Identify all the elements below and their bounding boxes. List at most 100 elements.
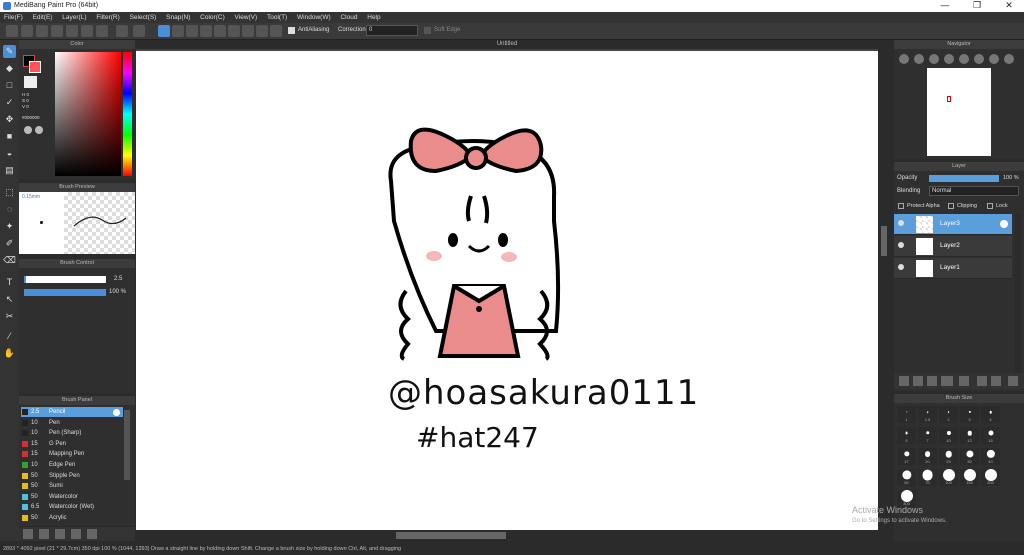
correction-select[interactable]: 0 xyxy=(366,25,418,36)
eyedropper-tool-icon[interactable]: ⁄ xyxy=(3,330,16,343)
home-icon[interactable] xyxy=(6,25,18,37)
menu-cloud[interactable]: Cloud xyxy=(340,14,357,21)
brush-size-cell[interactable]: 10 xyxy=(939,427,958,444)
divide-tool-icon[interactable]: ✂ xyxy=(3,310,16,323)
secondary-color-swatch[interactable] xyxy=(29,61,41,73)
protect-alpha-checkbox[interactable] xyxy=(898,203,904,209)
add-layer-menu-icon[interactable] xyxy=(941,376,953,386)
radial-snap-icon[interactable] xyxy=(214,25,226,37)
ellipse-snap-icon[interactable] xyxy=(256,25,268,37)
menu-filter[interactable]: Filter(R) xyxy=(96,14,119,21)
hue-slider[interactable] xyxy=(123,52,132,176)
brush-add-icon[interactable] xyxy=(23,529,33,539)
visibility-eye-icon[interactable] xyxy=(898,242,904,248)
menu-file[interactable]: File(F) xyxy=(4,14,23,21)
circle-snap-icon[interactable] xyxy=(228,25,240,37)
fit-icon[interactable] xyxy=(929,54,939,64)
brush-tool-icon[interactable]: ✎ xyxy=(3,45,16,58)
new-layer-icon[interactable] xyxy=(899,376,909,386)
lock-checkbox[interactable] xyxy=(987,203,993,209)
menu-edit[interactable]: Edit(E) xyxy=(33,14,53,21)
visibility-eye-icon[interactable] xyxy=(898,220,904,226)
minimize-button[interactable]: — xyxy=(930,0,960,10)
fill-rect-tool-icon[interactable]: ■ xyxy=(3,130,16,143)
brush-size-cell[interactable]: 200 xyxy=(981,469,1000,486)
zoom-in-icon[interactable] xyxy=(899,54,909,64)
brush-item[interactable]: 10 Pen (Sharp) xyxy=(21,428,123,438)
brush-size-slider[interactable] xyxy=(24,276,106,283)
undo-icon[interactable] xyxy=(116,25,128,37)
brush-size-cell[interactable]: 100 xyxy=(939,469,958,486)
brush-size-cell[interactable]: 20 xyxy=(918,448,937,465)
shape-tool-icon[interactable]: ✓ xyxy=(3,96,16,109)
brush-size-cell[interactable]: 70 xyxy=(918,469,937,486)
brush-opacity-slider[interactable] xyxy=(24,289,106,296)
brush-item[interactable]: 2.5 Pencil xyxy=(21,407,123,417)
reset-icon[interactable] xyxy=(989,54,999,64)
new-file-icon[interactable] xyxy=(21,25,33,37)
layer-folder-icon[interactable] xyxy=(959,376,969,386)
layers-icon[interactable] xyxy=(96,25,108,37)
brush-size-cell[interactable]: 1.5 xyxy=(918,406,937,423)
brush-delete-icon[interactable] xyxy=(87,529,97,539)
color-sv-picker[interactable] xyxy=(55,52,121,176)
snap-settings-icon[interactable] xyxy=(270,25,282,37)
brush-settings-gear-icon[interactable] xyxy=(113,409,120,416)
merge-layer-icon[interactable] xyxy=(991,376,1001,386)
cloud-icon[interactable] xyxy=(36,25,48,37)
select-pen-tool-icon[interactable]: ✐ xyxy=(3,237,16,250)
horizontal-scrollbar[interactable] xyxy=(136,530,878,541)
layer-opacity-slider[interactable] xyxy=(929,175,999,182)
menu-view[interactable]: View(V) xyxy=(235,14,258,21)
gradient-tool-icon[interactable]: ▤ xyxy=(3,164,16,177)
brush-size-cell[interactable]: 17 xyxy=(897,448,916,465)
snap-off-icon[interactable] xyxy=(158,25,170,37)
transparent-swatch[interactable] xyxy=(24,76,37,88)
navigator-thumbnail[interactable] xyxy=(927,68,991,156)
brush-size-cell[interactable]: 1 xyxy=(897,406,916,423)
layer-row[interactable]: Layer1 xyxy=(894,258,1012,279)
hex-value[interactable]: #000000 xyxy=(22,115,40,120)
duplicate-layer-icon[interactable] xyxy=(977,376,987,386)
parallel-snap-icon[interactable] xyxy=(172,25,184,37)
vertical-scrollbar[interactable] xyxy=(878,51,890,530)
brush-item[interactable]: 15 Mapping Pen xyxy=(21,449,123,459)
menu-color[interactable]: Color(C) xyxy=(200,14,225,21)
lasso-tool-icon[interactable]: ◌ xyxy=(3,203,16,216)
visibility-eye-icon[interactable] xyxy=(898,264,904,270)
text-tool-icon[interactable]: T xyxy=(3,276,16,289)
perspective-snap-icon[interactable] xyxy=(200,25,212,37)
save-icon[interactable] xyxy=(66,25,78,37)
brush-size-cell[interactable]: 5 xyxy=(897,427,916,444)
new-8bit-layer-icon[interactable] xyxy=(927,376,937,386)
menu-select[interactable]: Select(S) xyxy=(130,14,157,21)
brush-size-cell[interactable]: 25 xyxy=(939,448,958,465)
brush-size-cell[interactable]: 7 xyxy=(918,427,937,444)
brush-folder2-icon[interactable] xyxy=(55,529,65,539)
actual-size-icon[interactable] xyxy=(944,54,954,64)
brush-size-cell[interactable]: 12 xyxy=(960,427,979,444)
magic-wand-tool-icon[interactable]: ✦ xyxy=(3,220,16,233)
select-tool-icon[interactable]: ⬚ xyxy=(3,186,16,199)
operation-tool-icon[interactable]: ↖ xyxy=(3,293,16,306)
layer-settings-gear-icon[interactable] xyxy=(1000,220,1008,228)
brush-list-scrollbar[interactable] xyxy=(124,410,130,480)
eraser-tool-icon[interactable]: ◆ xyxy=(3,62,16,75)
blending-select[interactable]: Normal xyxy=(929,186,1019,196)
delete-layer-icon[interactable] xyxy=(1008,376,1018,386)
flip-icon[interactable] xyxy=(974,54,984,64)
export-icon[interactable] xyxy=(81,25,93,37)
brush-item[interactable]: 10 Pen xyxy=(21,418,123,428)
menu-snap[interactable]: Snap(N) xyxy=(166,14,190,21)
brush-size-cell[interactable]: 40 xyxy=(981,448,1000,465)
close-button[interactable]: ✕ xyxy=(994,0,1024,11)
redo-icon[interactable] xyxy=(133,25,145,37)
brush-size-cell[interactable]: 15 xyxy=(981,427,1000,444)
antialiasing-checkbox[interactable] xyxy=(288,27,295,34)
brush-size-cell[interactable]: 150 xyxy=(960,469,979,486)
color-settings-icon[interactable] xyxy=(35,126,43,134)
move-tool-icon[interactable]: ✥ xyxy=(3,113,16,126)
menu-help[interactable]: Help xyxy=(367,14,380,21)
brush-folder-icon[interactable] xyxy=(39,529,49,539)
brush-item[interactable]: 50 Stipple Pen xyxy=(21,471,123,481)
